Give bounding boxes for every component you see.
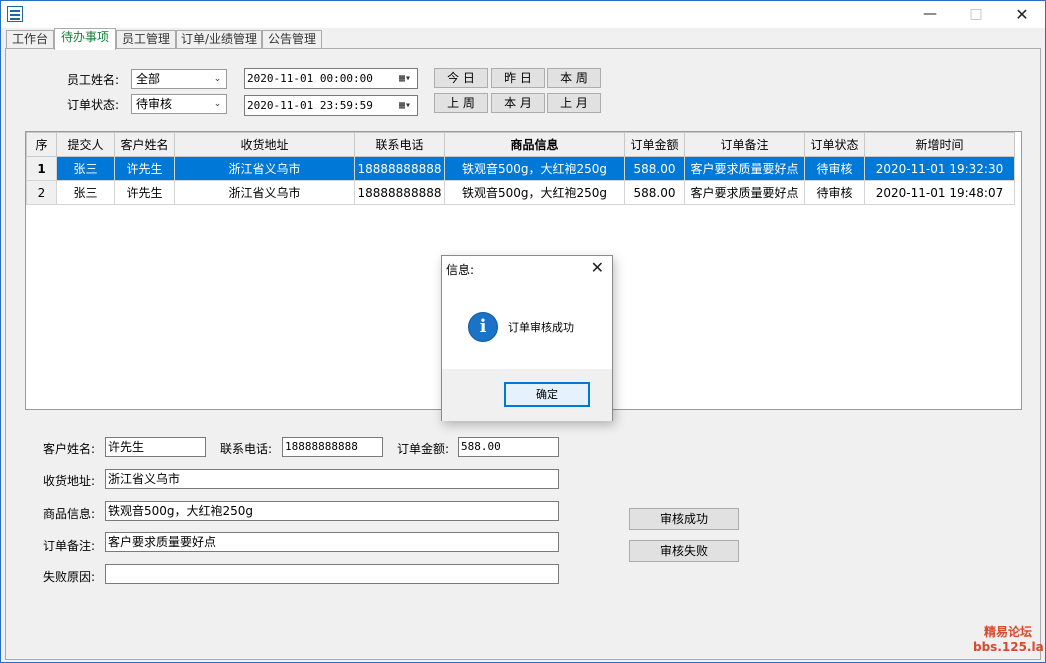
- tab-orders[interactable]: 订单/业绩管理: [176, 30, 262, 49]
- table-cell: 待审核: [804, 180, 865, 205]
- goods-input[interactable]: 铁观音500g，大红袍250g: [105, 501, 559, 521]
- start-datetime-picker[interactable]: 2020-11-01 00:00:00 ▦▾: [244, 68, 418, 89]
- table-cell: 待审核: [804, 156, 865, 181]
- ok-button[interactable]: 确定: [504, 382, 590, 407]
- table-cell: 浙江省义乌市: [174, 180, 355, 205]
- column-header[interactable]: 联系电话: [354, 132, 445, 157]
- tab-todo[interactable]: 待办事项: [54, 28, 116, 50]
- close-icon[interactable]: ✕: [591, 258, 604, 277]
- chevron-down-icon: ⌄: [213, 99, 222, 109]
- remark-input[interactable]: 客户要求质量要好点: [105, 532, 559, 552]
- info-dialog: 信息: ✕ i 订单审核成功 确定: [441, 255, 613, 421]
- orders-table-body: 序 提交人 客户姓名 收货地址 联系电话 商品信息 订单金额 订单备注 订单状态…: [26, 132, 1015, 205]
- approve-button[interactable]: 审核成功: [629, 508, 739, 530]
- dialog-footer: 确定: [442, 369, 612, 421]
- title-bar[interactable]: — □ ✕: [1, 1, 1045, 28]
- customer-input[interactable]: 许先生: [105, 437, 206, 457]
- this-week-button[interactable]: 本 周: [547, 68, 601, 88]
- address-input[interactable]: 浙江省义乌市: [105, 469, 559, 489]
- end-datetime-value: 2020-11-01 23:59:59: [247, 99, 373, 112]
- column-header[interactable]: 新增时间: [864, 132, 1015, 157]
- chevron-down-icon: ⌄: [213, 74, 222, 84]
- table-row[interactable]: 2 张三 许先生 浙江省义乌市 18888888888 铁观音500g，大红袍2…: [26, 180, 1015, 205]
- tab-workbench[interactable]: 工作台: [6, 30, 54, 49]
- table-cell: 许先生: [114, 180, 175, 205]
- status-label: 订单状态:: [67, 98, 120, 112]
- watermark-line1: 精易论坛: [983, 625, 1032, 639]
- table-cell: 铁观音500g，大红袍250g: [444, 180, 625, 205]
- goods-label: 商品信息:: [43, 507, 96, 521]
- table-cell: 2: [26, 180, 57, 205]
- table-header-row: 序 提交人 客户姓名 收货地址 联系电话 商品信息 订单金额 订单备注 订单状态…: [26, 132, 1015, 157]
- info-icon: i: [468, 312, 498, 342]
- table-cell: 2020-11-01 19:32:30: [864, 156, 1015, 181]
- fail-reason-label: 失败原因:: [43, 570, 96, 584]
- customer-label: 客户姓名:: [43, 442, 96, 456]
- watermark-line2: bbs.125.la: [973, 640, 1044, 654]
- phone-label: 联系电话:: [220, 442, 273, 456]
- column-header[interactable]: 提交人: [56, 132, 115, 157]
- fail-reason-input[interactable]: [105, 564, 559, 584]
- table-cell: 浙江省义乌市: [174, 156, 355, 181]
- tab-staff[interactable]: 员工管理: [116, 30, 176, 49]
- table-cell: 588.00: [624, 180, 685, 205]
- table-cell: 18888888888: [354, 156, 445, 181]
- employee-select[interactable]: 全部 ⌄: [131, 69, 227, 89]
- dialog-title: 信息:: [446, 263, 475, 277]
- table-cell: 张三: [56, 156, 115, 181]
- today-button[interactable]: 今 日: [434, 68, 488, 88]
- yesterday-button[interactable]: 昨 日: [491, 68, 545, 88]
- status-select[interactable]: 待审核 ⌄: [131, 94, 227, 114]
- address-label: 收货地址:: [43, 474, 96, 488]
- table-cell: 铁观音500g，大红袍250g: [444, 156, 625, 181]
- table-cell: 1: [26, 156, 57, 181]
- employee-label: 员工姓名:: [67, 73, 120, 87]
- table-cell: 客户要求质量要好点: [684, 180, 805, 205]
- end-datetime-picker[interactable]: 2020-11-01 23:59:59 ▦▾: [244, 95, 418, 116]
- table-cell: 张三: [56, 180, 115, 205]
- phone-input[interactable]: 18888888888: [282, 437, 383, 457]
- window-close-icon[interactable]: ✕: [999, 1, 1045, 28]
- status-select-value: 待审核: [136, 97, 173, 111]
- calendar-dropdown-icon[interactable]: ▦▾: [395, 71, 415, 86]
- column-header[interactable]: 订单状态: [804, 132, 865, 157]
- dialog-message: 订单审核成功: [508, 321, 574, 334]
- column-header[interactable]: 订单备注: [684, 132, 805, 157]
- amount-input[interactable]: 588.00: [458, 437, 559, 457]
- tab-notices[interactable]: 公告管理: [262, 30, 322, 49]
- table-row[interactable]: 1 张三 许先生 浙江省义乌市 18888888888 铁观音500g，大红袍2…: [26, 156, 1015, 181]
- maximize-icon[interactable]: □: [953, 1, 999, 28]
- reject-button[interactable]: 审核失败: [629, 540, 739, 562]
- employee-select-value: 全部: [136, 72, 161, 86]
- column-header[interactable]: 序: [26, 132, 57, 157]
- column-header[interactable]: 收货地址: [174, 132, 355, 157]
- column-header[interactable]: 商品信息: [444, 132, 625, 157]
- main-window: — □ ✕ 工作台 待办事项 员工管理 订单/业绩管理 公告管理 员工姓名: 全…: [0, 0, 1046, 663]
- forum-watermark: 精易论坛 bbs.125.la: [973, 625, 1044, 655]
- last-month-button[interactable]: 上 月: [547, 93, 601, 113]
- column-header[interactable]: 订单金额: [624, 132, 685, 157]
- table-cell: 588.00: [624, 156, 685, 181]
- amount-label: 订单金额:: [397, 442, 450, 456]
- table-cell: 客户要求质量要好点: [684, 156, 805, 181]
- table-cell: 18888888888: [354, 180, 445, 205]
- remark-label: 订单备注:: [43, 539, 96, 553]
- calendar-dropdown-icon[interactable]: ▦▾: [395, 98, 415, 113]
- last-week-button[interactable]: 上 周: [434, 93, 488, 113]
- table-cell: 2020-11-01 19:48:07: [864, 180, 1015, 205]
- this-month-button[interactable]: 本 月: [491, 93, 545, 113]
- minimize-icon[interactable]: —: [907, 1, 953, 28]
- start-datetime-value: 2020-11-01 00:00:00: [247, 72, 373, 85]
- table-cell: 许先生: [114, 156, 175, 181]
- column-header[interactable]: 客户姓名: [114, 132, 175, 157]
- app-icon: [7, 6, 23, 22]
